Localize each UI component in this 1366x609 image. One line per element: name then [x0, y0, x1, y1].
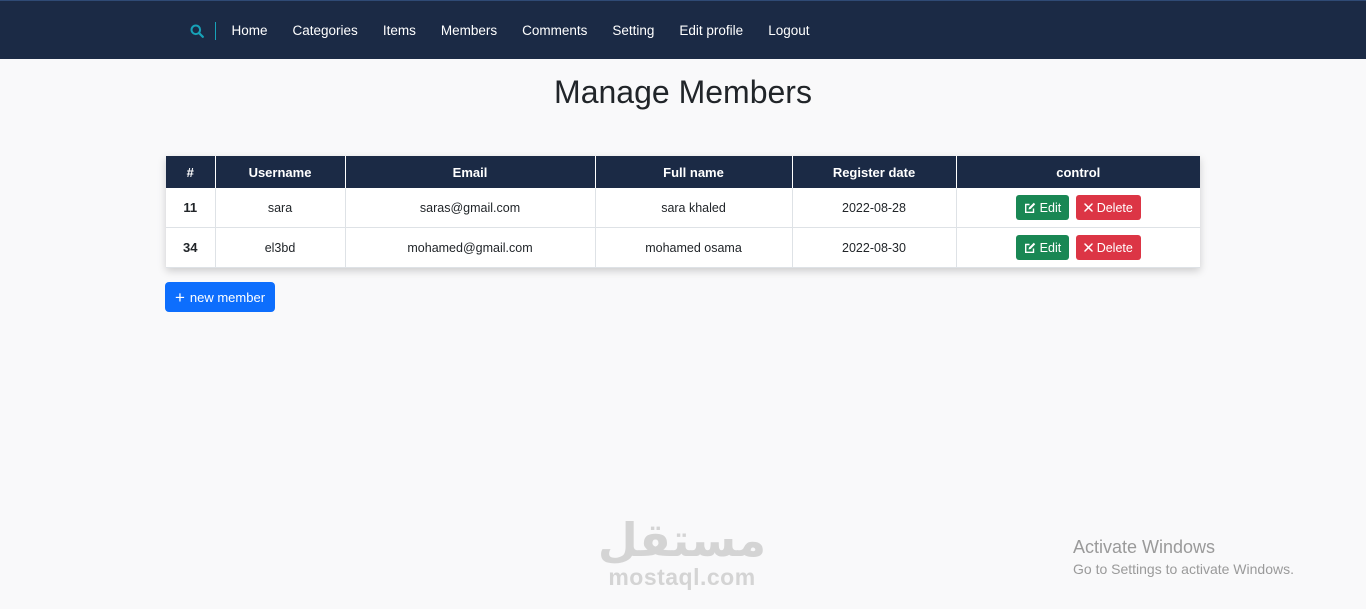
mostaql-watermark: مستقل mostaql.com — [592, 515, 772, 589]
member-id: 34 — [166, 227, 216, 268]
column-header-username: Username — [215, 156, 346, 188]
search-icon[interactable] — [189, 23, 205, 39]
edit-button-label: Edit — [1039, 200, 1062, 215]
edit-button[interactable]: Edit — [1015, 195, 1070, 220]
column-header-control: control — [956, 156, 1200, 188]
delete-button[interactable]: Delete — [1075, 235, 1141, 260]
table-header-row: # Username Email Full name Register date… — [166, 156, 1200, 188]
member-id: 11 — [166, 188, 216, 228]
nav-link-edit-profile[interactable]: Edit profile — [667, 1, 756, 60]
member-username: sara — [215, 188, 346, 228]
member-controls: Edit Delete — [956, 188, 1200, 228]
nav-link-logout[interactable]: Logout — [756, 1, 822, 60]
top-navbar: Home Categories Items Members Comments S… — [0, 0, 1366, 59]
close-icon — [1083, 243, 1093, 252]
nav-link-categories[interactable]: Categories — [280, 1, 370, 60]
column-header-full-name: Full name — [595, 156, 793, 188]
column-header-register-date: Register date — [792, 156, 957, 188]
watermark-latin-text: mostaql.com — [608, 564, 756, 590]
new-member-label: new member — [189, 289, 266, 305]
activate-windows-notice: Activate Windows Go to Settings to activ… — [1073, 536, 1294, 580]
delete-button-label: Delete — [1096, 240, 1133, 255]
column-header-email: Email — [345, 156, 596, 188]
members-table-container: # Username Email Full name Register date… — [166, 156, 1200, 268]
members-table: # Username Email Full name Register date… — [166, 156, 1200, 268]
plus-icon: + — [174, 287, 185, 307]
member-email: mohamed@gmail.com — [345, 227, 596, 268]
watermark-arabic-text: مستقل — [597, 513, 767, 567]
edit-button-label: Edit — [1039, 240, 1062, 255]
nav-link-home[interactable]: Home — [219, 1, 280, 60]
close-icon — [1083, 203, 1093, 212]
new-member-button[interactable]: + new member — [165, 282, 275, 312]
nav-link-comments[interactable]: Comments — [510, 1, 600, 60]
member-username: el3bd — [215, 227, 346, 268]
member-full-name: mohamed osama — [595, 227, 793, 268]
nav-link-items[interactable]: Items — [370, 1, 428, 60]
activate-windows-subtitle: Go to Settings to activate Windows. — [1073, 561, 1294, 577]
member-controls: Edit Delete — [956, 227, 1200, 268]
edit-icon — [1024, 242, 1036, 254]
column-header-id: # — [166, 156, 216, 188]
table-row: 11 sara saras@gmail.com sara khaled 2022… — [166, 188, 1200, 228]
member-register-date: 2022-08-28 — [792, 188, 957, 228]
edit-button[interactable]: Edit — [1015, 235, 1070, 260]
nav-link-members[interactable]: Members — [428, 1, 509, 60]
member-full-name: sara khaled — [595, 188, 793, 228]
delete-button-label: Delete — [1096, 200, 1133, 215]
activate-windows-title: Activate Windows — [1073, 537, 1216, 557]
nav-menu: Home Categories Items Members Comments S… — [189, 1, 822, 60]
nav-divider — [215, 21, 216, 40]
edit-icon — [1024, 202, 1036, 214]
page-title: Manage Members — [554, 74, 812, 110]
delete-button[interactable]: Delete — [1075, 195, 1141, 220]
member-register-date: 2022-08-30 — [792, 227, 957, 268]
table-row: 34 el3bd mohamed@gmail.com mohamed osama… — [166, 227, 1200, 268]
member-email: saras@gmail.com — [345, 188, 596, 228]
nav-link-setting[interactable]: Setting — [600, 1, 667, 60]
